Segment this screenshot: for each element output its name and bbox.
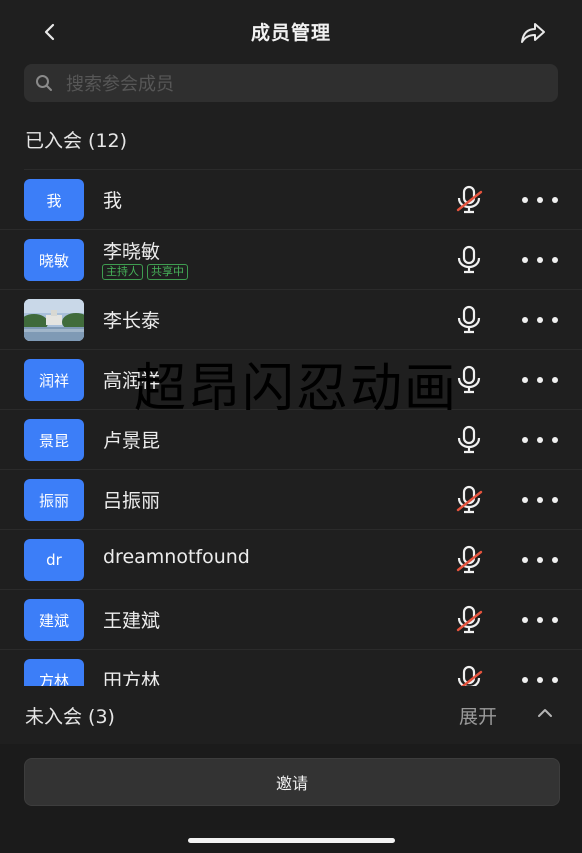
watermark-text: 超昂闪忍动画 (134, 359, 459, 419)
mic-muted-icon[interactable] (454, 484, 484, 516)
avatar: 方林 (24, 659, 84, 686)
member-list[interactable]: 我 我 晓敏 李晓敏 主持人 共享中 李长泰 润祥 高润祥 景昆 卢景昆 振丽 … (0, 170, 582, 686)
more-options-button[interactable] (522, 304, 558, 336)
member-name: 我 (103, 190, 123, 212)
mic-muted-icon[interactable] (454, 184, 484, 216)
page-title: 成员管理 (250, 22, 331, 44)
member-row[interactable]: 我 我 (0, 170, 582, 230)
member-name: dreamnotfound (103, 546, 250, 568)
avatar: 建斌 (24, 599, 84, 641)
member-row[interactable]: 晓敏 李晓敏 主持人 共享中 (0, 230, 582, 290)
share-button[interactable] (514, 16, 552, 50)
more-options-button[interactable] (522, 244, 558, 276)
more-options-button[interactable] (522, 424, 558, 456)
avatar: 润祥 (24, 359, 84, 401)
mic-muted-icon[interactable] (454, 544, 484, 576)
mic-muted-icon[interactable] (454, 664, 484, 686)
mic-icon[interactable] (454, 424, 484, 456)
avatar: 景昆 (24, 419, 84, 461)
avatar: 我 (24, 179, 84, 221)
mic-icon[interactable] (454, 364, 484, 396)
member-row[interactable]: 李长泰 (0, 290, 582, 350)
avatar: 振丽 (24, 479, 84, 521)
expand-button[interactable]: 展开 (459, 702, 497, 729)
member-name: 卢景昆 (103, 430, 161, 452)
member-row[interactable]: dr dreamnotfound (0, 530, 582, 590)
search-bar[interactable] (24, 64, 558, 104)
more-options-button[interactable] (522, 484, 558, 516)
search-icon (36, 75, 52, 91)
joined-section-title: 已入会 (12) (25, 130, 128, 152)
avatar: 晓敏 (24, 239, 84, 281)
more-options-button[interactable] (522, 364, 558, 396)
top-bar: 成员管理 (0, 0, 582, 64)
mic-muted-icon[interactable] (454, 604, 484, 636)
mic-icon[interactable] (454, 244, 484, 276)
home-indicator[interactable] (188, 838, 395, 843)
more-options-button[interactable] (522, 604, 558, 636)
mic-icon[interactable] (454, 304, 484, 336)
search-input[interactable] (64, 64, 548, 104)
host-badge: 主持人 (102, 264, 143, 280)
member-name: 李长泰 (103, 310, 161, 332)
not-joined-section[interactable]: 未入会 (3) 展开 (0, 686, 582, 744)
avatar-photo (24, 299, 84, 341)
more-options-button[interactable] (522, 544, 558, 576)
sharing-badge: 共享中 (147, 264, 188, 280)
avatar: dr (24, 539, 84, 581)
more-options-button[interactable] (522, 184, 558, 216)
member-row[interactable]: 振丽 吕振丽 (0, 470, 582, 530)
member-name: 李晓敏 (103, 241, 161, 263)
chevron-up-icon[interactable] (536, 706, 554, 720)
member-name: 田方林 (103, 670, 161, 686)
member-row[interactable]: 方林 田方林 (0, 650, 582, 686)
member-tags: 主持人 共享中 (102, 264, 188, 280)
invite-button[interactable]: 邀请 (24, 758, 560, 806)
member-row[interactable]: 建斌 王建斌 (0, 590, 582, 650)
member-name: 吕振丽 (103, 490, 161, 512)
more-options-button[interactable] (522, 664, 558, 686)
share-icon (521, 23, 545, 43)
not-joined-title: 未入会 (3) (25, 706, 115, 728)
member-name: 王建斌 (103, 610, 161, 632)
